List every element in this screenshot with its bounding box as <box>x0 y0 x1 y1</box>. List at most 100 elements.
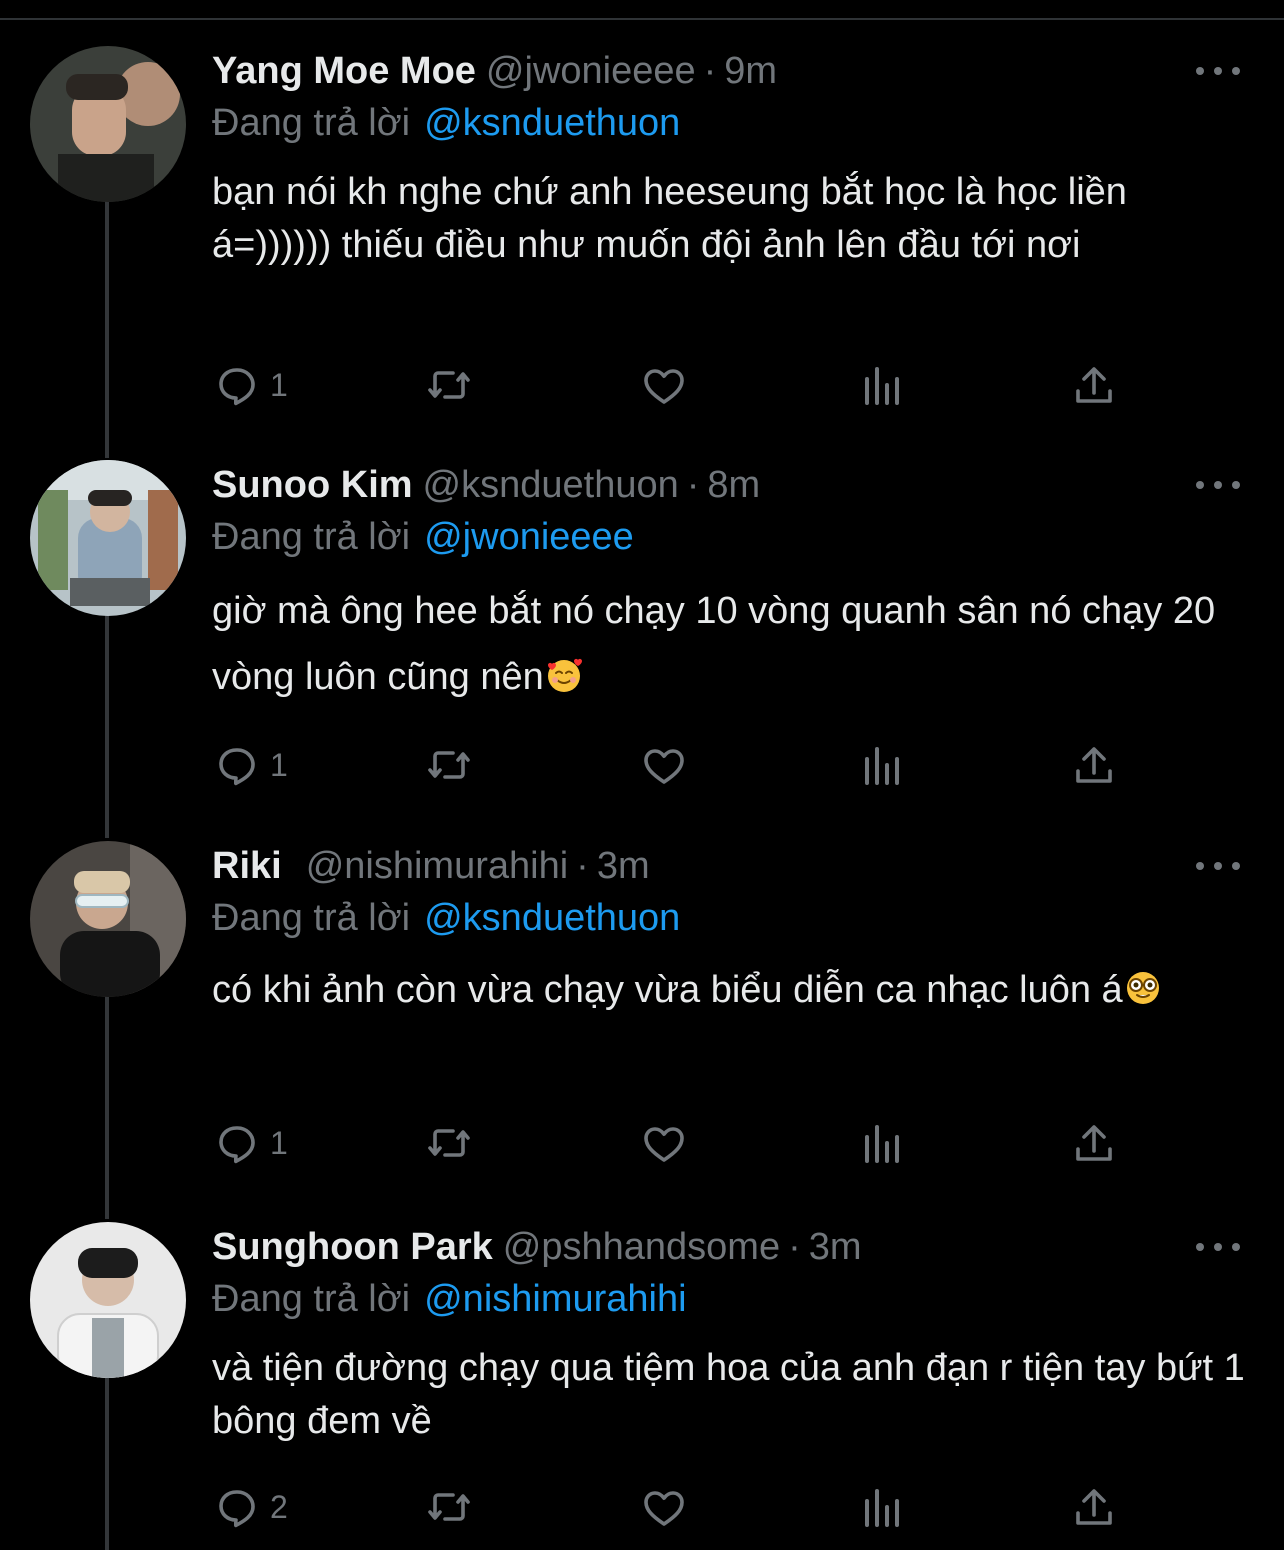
user-handle[interactable]: @pshhandsome <box>503 1226 780 1268</box>
reply-icon <box>219 368 255 406</box>
display-name[interactable]: Yang Moe Moe <box>212 50 476 92</box>
action-bar: 1 <box>212 359 1132 411</box>
thread-line <box>105 1376 109 1550</box>
views-button[interactable] <box>857 359 905 411</box>
timestamp[interactable]: 9m <box>724 50 777 92</box>
reply-context: Đang trả lời @jwonieeee <box>212 512 634 562</box>
share-icon <box>1076 747 1112 783</box>
views-icon <box>865 1125 899 1163</box>
separator-dot: · <box>703 50 717 92</box>
nerd-face-emoji <box>1126 972 1159 1004</box>
tweet-text-content: có khi ảnh còn vừa chạy vừa biểu diễn ca… <box>212 969 1123 1011</box>
retweet-icon <box>428 371 470 399</box>
tweet-header: Sunoo Kim @ksnduethuon · 8m <box>212 460 760 510</box>
avatar[interactable] <box>30 460 186 616</box>
separator-dot: · <box>686 464 700 506</box>
reply-label: Đang trả lời <box>212 1278 411 1320</box>
tweet-header: Riki @nishimurahihi · 3m <box>212 841 650 891</box>
reply-to-handle[interactable]: @nishimurahihi <box>424 1278 686 1320</box>
tweet-text-content: bạn nói kh nghe chứ anh heeseung bắt học… <box>212 171 1127 266</box>
retweet-button[interactable] <box>425 1481 473 1533</box>
share-icon <box>1076 1125 1112 1161</box>
tweet-header: Sunghoon Park @pshhandsome · 3m <box>212 1222 862 1272</box>
reply-context: Đang trả lời @ksnduethuon <box>212 98 680 148</box>
tweet-text: bạn nói kh nghe chứ anh heeseung bắt học… <box>212 166 1252 272</box>
avatar[interactable] <box>30 841 186 997</box>
retweet-icon <box>428 1129 470 1157</box>
like-button[interactable] <box>640 359 688 411</box>
views-button[interactable] <box>857 1481 905 1533</box>
share-button[interactable] <box>1070 359 1118 411</box>
separator-dot: · <box>576 845 589 887</box>
timestamp[interactable]: 8m <box>707 464 760 506</box>
retweet-icon <box>428 1493 470 1521</box>
more-icon[interactable] <box>1196 46 1240 96</box>
like-button[interactable] <box>640 739 688 791</box>
views-icon <box>865 1489 899 1527</box>
action-bar: 1 <box>212 739 1132 791</box>
reply-count: 1 <box>270 366 288 403</box>
avatar[interactable] <box>30 1222 186 1378</box>
display-name[interactable]: Sunoo Kim <box>212 464 413 506</box>
reply-button[interactable]: 2 <box>212 1481 288 1533</box>
views-icon <box>865 367 899 405</box>
timestamp[interactable]: 3m <box>597 845 650 887</box>
reply-to-handle[interactable]: @ksnduethuon <box>424 102 680 144</box>
user-handle[interactable]: @jwonieeee <box>486 50 696 92</box>
like-button[interactable] <box>640 1481 688 1533</box>
thread-line <box>105 200 109 458</box>
tweet-header: Yang Moe Moe @jwonieeee · 9m <box>212 46 777 96</box>
avatar[interactable] <box>30 46 186 202</box>
thread-line <box>105 614 109 838</box>
display-name[interactable]: Sunghoon Park <box>212 1226 493 1268</box>
smiling-face-with-hearts-emoji <box>547 658 582 692</box>
share-button[interactable] <box>1070 1481 1118 1533</box>
tweet-text: và tiện đường chạy qua tiệm hoa của anh … <box>212 1342 1252 1448</box>
reply-count: 1 <box>270 1124 288 1161</box>
retweet-button[interactable] <box>425 739 473 791</box>
separator-dot: · <box>788 1226 801 1268</box>
tweet-text-content: giờ mà ông hee bắt nó chạy 10 vòng quanh… <box>212 590 1216 698</box>
share-icon <box>1076 367 1112 403</box>
reply-count: 2 <box>270 1488 288 1525</box>
reply-label: Đang trả lời <box>212 102 411 144</box>
more-icon[interactable] <box>1196 460 1240 510</box>
user-handle[interactable]: @ksnduethuon <box>423 464 679 506</box>
like-icon <box>644 749 684 784</box>
more-icon[interactable] <box>1196 841 1240 891</box>
views-icon <box>865 747 899 785</box>
action-bar: 1 <box>212 1117 1132 1169</box>
reply-icon <box>219 1490 255 1528</box>
reply-label: Đang trả lời <box>212 516 411 558</box>
reply-context: Đang trả lời @ksnduethuon <box>212 893 680 943</box>
thread-line <box>105 995 109 1219</box>
reply-button[interactable]: 1 <box>212 359 288 411</box>
reply-count: 1 <box>270 746 288 783</box>
more-icon[interactable] <box>1196 1222 1240 1272</box>
reply-button[interactable]: 1 <box>212 1117 288 1169</box>
reply-to-handle[interactable]: @ksnduethuon <box>424 897 680 939</box>
share-button[interactable] <box>1070 739 1118 791</box>
top-divider <box>0 0 1284 20</box>
like-button[interactable] <box>640 1117 688 1169</box>
share-button[interactable] <box>1070 1117 1118 1169</box>
reply-to-handle[interactable]: @jwonieeee <box>424 516 634 558</box>
display-name[interactable]: Riki <box>212 845 282 887</box>
views-button[interactable] <box>857 739 905 791</box>
tweet-text-content: và tiện đường chạy qua tiệm hoa của anh … <box>212 1347 1245 1442</box>
tweet-text: giờ mà ông hee bắt nó chạy 10 vòng quanh… <box>212 578 1252 710</box>
share-icon <box>1076 1489 1112 1525</box>
reply-button[interactable]: 1 <box>212 739 288 791</box>
timestamp[interactable]: 3m <box>809 1226 862 1268</box>
reply-context: Đang trả lời @nishimurahihi <box>212 1274 687 1324</box>
views-button[interactable] <box>857 1117 905 1169</box>
reply-label: Đang trả lời <box>212 897 411 939</box>
user-handle[interactable]: @nishimurahihi <box>306 845 568 887</box>
retweet-button[interactable] <box>425 359 473 411</box>
action-bar: 2 <box>212 1481 1132 1533</box>
like-icon <box>644 1127 684 1162</box>
tweet-text: có khi ảnh còn vừa chạy vừa biểu diễn ca… <box>212 957 1252 1023</box>
like-icon <box>644 1491 684 1526</box>
retweet-button[interactable] <box>425 1117 473 1169</box>
reply-icon <box>219 748 255 786</box>
